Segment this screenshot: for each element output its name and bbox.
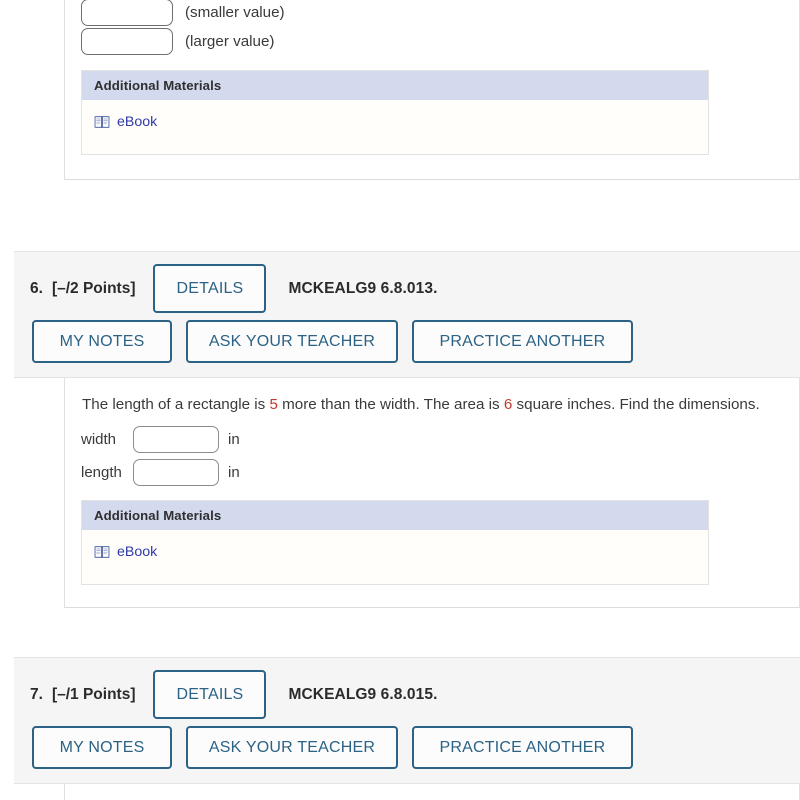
- ebook-link[interactable]: eBook: [94, 544, 157, 560]
- ask-your-teacher-button[interactable]: ASK YOUR TEACHER: [186, 726, 398, 769]
- additional-materials-header: Additional Materials: [82, 501, 708, 531]
- prompt-value-1: 5: [269, 396, 278, 413]
- ask-your-teacher-button[interactable]: ASK YOUR TEACHER: [186, 320, 398, 363]
- assignment-page: (smaller value) (larger value) Additiona…: [0, 0, 800, 800]
- question-7-header-row-actions: MY NOTES ASK YOUR TEACHER PRACTICE ANOTH…: [14, 726, 800, 769]
- smaller-value-input[interactable]: [81, 0, 173, 26]
- length-unit: in: [228, 464, 240, 482]
- question-body: (smaller value) (larger value) Additiona…: [64, 0, 800, 180]
- question-number: 6.: [30, 279, 43, 297]
- book-icon: [94, 115, 110, 129]
- question-6-header-row-actions: MY NOTES ASK YOUR TEACHER PRACTICE ANOTH…: [14, 320, 800, 363]
- additional-materials-panel: Additional Materials eBook: [81, 70, 709, 155]
- width-label: width: [81, 431, 117, 449]
- larger-value-input[interactable]: [81, 28, 173, 55]
- answer-row-width: width in: [81, 426, 799, 454]
- practice-another-button[interactable]: PRACTICE ANOTHER: [412, 726, 633, 769]
- question-block-7: 7. [–/1 Points] DETAILS MCKEALG9 6.8.015…: [0, 657, 800, 800]
- question-code: MCKEALG9 6.8.013.: [288, 279, 438, 297]
- width-unit: in: [228, 431, 240, 449]
- details-button[interactable]: DETAILS: [153, 264, 267, 313]
- question-points: [–/2 Points]: [51, 279, 136, 297]
- question-number: 7.: [30, 685, 43, 703]
- my-notes-button[interactable]: MY NOTES: [32, 320, 172, 363]
- question-code: MCKEALG9 6.8.015.: [288, 685, 438, 703]
- larger-value-caption: (larger value): [185, 33, 275, 50]
- answer-row-larger-value: (larger value): [81, 28, 799, 55]
- length-label: length: [81, 464, 122, 482]
- width-input[interactable]: [133, 426, 219, 454]
- question-block-partial-top: (smaller value) (larger value) Additiona…: [0, 0, 800, 180]
- question-6-body: The length of a rectangle is 5 more than…: [64, 378, 800, 609]
- prompt-text-part-1: The length of a rectangle is: [82, 396, 270, 413]
- question-block-6: 6. [–/2 Points] DETAILS MCKEALG9 6.8.013…: [0, 251, 800, 609]
- question-6-header: 6. [–/2 Points] DETAILS MCKEALG9 6.8.013…: [14, 251, 800, 378]
- ebook-label: eBook: [117, 114, 158, 130]
- answer-row-length: length in: [81, 459, 799, 487]
- question-7-body: The height of a triangle is twice the ba…: [64, 784, 800, 800]
- question-points: [–/1 Points]: [51, 685, 136, 703]
- ebook-label: eBook: [117, 544, 158, 561]
- additional-materials-body: eBook: [82, 530, 708, 585]
- ebook-link[interactable]: eBook: [94, 114, 157, 130]
- prompt-text-part-3: square inches. Find the dimensions.: [512, 396, 760, 413]
- additional-materials-header: Additional Materials: [82, 71, 708, 100]
- question-6-prompt: The length of a rectangle is 5 more than…: [81, 394, 799, 416]
- book-icon: [94, 545, 110, 559]
- smaller-value-caption: (smaller value): [185, 4, 285, 21]
- prompt-text-part-2: more than the width. The area is: [277, 396, 504, 413]
- answer-row-smaller-value: (smaller value): [81, 0, 799, 26]
- details-button[interactable]: DETAILS: [153, 670, 267, 719]
- additional-materials-panel: Additional Materials eBook: [81, 500, 709, 586]
- question-6-header-row-primary: 6. [–/2 Points] DETAILS MCKEALG9 6.8.013…: [14, 264, 800, 313]
- practice-another-button[interactable]: PRACTICE ANOTHER: [412, 320, 633, 363]
- question-7-header: 7. [–/1 Points] DETAILS MCKEALG9 6.8.015…: [14, 657, 800, 784]
- length-input[interactable]: [133, 459, 219, 487]
- my-notes-button[interactable]: MY NOTES: [32, 726, 172, 769]
- additional-materials-body: eBook: [82, 100, 708, 154]
- question-7-header-row-primary: 7. [–/1 Points] DETAILS MCKEALG9 6.8.015…: [14, 670, 800, 719]
